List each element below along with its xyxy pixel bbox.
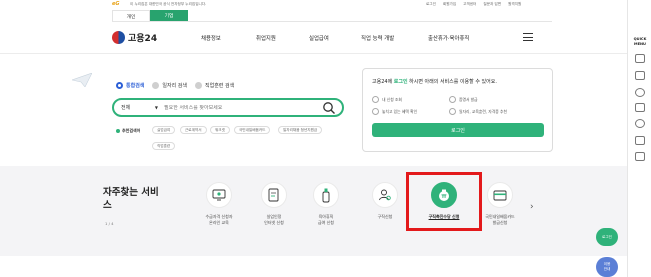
search-input[interactable] [164,104,322,111]
quick-menu-item-icon[interactable] [635,71,645,80]
login-message-post: 하시면 아래의 서비스를 이용할 수 있어요. [409,79,497,85]
radio-job-search[interactable]: 일자리 검색 [152,82,187,89]
radio-training-search[interactable]: 직업훈련 검색 [195,82,234,89]
paper-plane-icon [72,73,92,87]
carousel-page-indicator: 1 / 4 [105,221,114,226]
gift-icon [372,108,379,115]
service-icon-wrap [313,182,339,208]
service-name: 실업인정 인터넷 신청 [264,214,284,225]
service-name: 육아휴직 급여 신청 [318,214,334,225]
card-icon [493,190,507,200]
search-category-select[interactable]: 전체 ▼ [114,104,164,111]
gov-banner: eG 이 누리집은 대한민국 공식 전자정부 누리집입니다. 로그인 회원가입 … [0,0,627,9]
caret-down-icon: ▼ [154,105,158,110]
radio-unchecked-icon [195,82,202,89]
keyword-chip[interactable]: 워크넷 [210,126,230,134]
keyword-chip[interactable]: 실업급여 [152,126,176,134]
keyword-chip[interactable]: 국민내일배움카드 [234,126,271,134]
nav-item-unemployment-benefit[interactable]: 실업급여 [309,34,329,42]
feature-my-applications: 내 신청 조회 [372,96,402,103]
quick-menu-item-icon[interactable] [635,119,645,128]
chevron-right-icon[interactable]: › [530,202,534,212]
radio-integrated-search[interactable]: 통합검색 [116,82,144,89]
utility-link-remote[interactable]: 원격지원 [508,2,521,7]
radio-label: 통합검색 [126,83,145,89]
utility-links: 로그인 회원가입 고객센터 질문과 답변 원격지원 [426,2,521,7]
feature-certificate: 증명서 발급 [449,96,478,103]
login-message-highlight: 로그인 [393,79,408,85]
site-logo[interactable]: 고용24 [112,31,157,44]
floating-guide-button[interactable]: 이용 안내 [596,257,618,277]
quick-menu-item-icon[interactable] [635,152,645,161]
divider [0,53,627,54]
login-button[interactable]: 로그인 [372,123,544,137]
taegeuk-logo-icon [112,31,125,44]
service-unemployment-recognition[interactable]: 실업인정 인터넷 신청 [244,182,304,226]
service-name: 수급자격 신청자 온라인 교육 [205,214,233,225]
feature-label: 일자리, 교육훈련, 자격증 추천 [459,108,507,114]
clipboard-icon [372,96,379,103]
login-card: 고용24에 로그인 하시면 아래의 서비스를 이용할 수 있어요. 내 신청 조… [362,68,553,152]
quick-menu-item-icon[interactable] [635,136,645,145]
search-icon[interactable] [322,101,336,115]
keyword-chip[interactable]: 근로계약서 [180,126,207,134]
logo-text: 고용24 [128,34,158,44]
tab-personal[interactable]: 개인 [112,10,150,21]
service-parental-leave-benefit[interactable]: 육아휴직 급여 신청 [296,182,356,226]
person-search-icon [379,189,391,201]
bullet-icon [116,129,120,133]
floating-login-button[interactable]: 로그인 [596,228,618,246]
utility-link-qna[interactable]: 질문과 답변 [483,2,501,7]
service-icon-wrap [206,182,232,208]
feature-label: 증명서 발급 [459,96,478,102]
divider [112,21,552,22]
login-message: 고용24에 로그인 하시면 아래의 서비스를 이용할 수 있어요. [372,78,497,85]
tab-corporate[interactable]: 기업 [150,10,188,21]
page: eG 이 누리집은 대한민국 공식 전자정부 누리집입니다. 로그인 회원가입 … [0,0,651,277]
feature-recommendations: 일자리, 교육훈련, 자격증 추천 [449,108,507,115]
quick-menu: QUICK MENU [627,0,651,277]
keyword-chip[interactable]: 직업훈련 [152,142,176,150]
quick-menu-item-icon[interactable] [635,103,645,112]
search-bar: 전체 ▼ [112,98,344,117]
nav-item-jobs[interactable]: 채용정보 [201,34,221,42]
quick-menu-label: QUICK MENU [633,37,647,46]
quick-menu-item-icon[interactable] [635,54,645,63]
highlight-annotation [406,172,482,231]
nav-item-parental-leave[interactable]: 출산휴가·육아휴직 [428,34,469,42]
nav-item-employment-support[interactable]: 취업지원 [256,34,276,42]
radio-label: 일자리 검색 [162,83,187,89]
nav-item-vocational-training[interactable]: 직업 능력 개발 [361,34,394,42]
service-icon-wrap [261,182,287,208]
feature-benefits: 놓치고 있는 혜택 확인 [372,108,417,115]
certificate-icon [449,96,456,103]
radio-label: 직업훈련 검색 [205,83,235,89]
feature-label: 놓치고 있는 혜택 확인 [382,108,418,114]
menu-icon[interactable] [523,33,533,41]
baby-bottle-icon [322,188,330,202]
feature-label: 내 신청 조회 [382,96,402,102]
radio-unchecked-icon [152,82,160,89]
utility-link-login[interactable]: 로그인 [426,2,436,7]
keyword-chip[interactable]: 일자리채움 청년지원금 [278,126,323,134]
gov-notice: 이 누리집은 대한민국 공식 전자정부 누리집입니다. [130,2,207,6]
service-icon-wrap [372,182,398,208]
service-online-education[interactable]: 수급자격 신청자 온라인 교육 [189,182,249,226]
document-pen-icon [268,188,279,202]
recommended-label-text: 추천검색어 [122,128,141,133]
monitor-icon [212,189,226,201]
frequent-services-title: 자주찾는 서비스 [103,187,159,211]
quick-menu-item-icon[interactable] [635,88,645,97]
thumbs-up-icon [449,108,456,115]
utility-link-support[interactable]: 고객센터 [463,2,476,7]
service-icon-wrap [487,182,513,208]
search-category-value: 전체 [121,105,131,111]
recommended-keywords-label: 추천검색어 [116,128,140,134]
user-type-tabs: 개인 기업 [112,10,188,21]
radio-checked-icon [116,82,123,89]
login-message-pre: 고용24에 [372,79,393,85]
egov-logo: eG [112,1,120,7]
search-type-radios: 통합검색 일자리 검색 직업훈련 검색 [116,82,234,89]
utility-link-signup[interactable]: 회원가입 [443,2,456,7]
